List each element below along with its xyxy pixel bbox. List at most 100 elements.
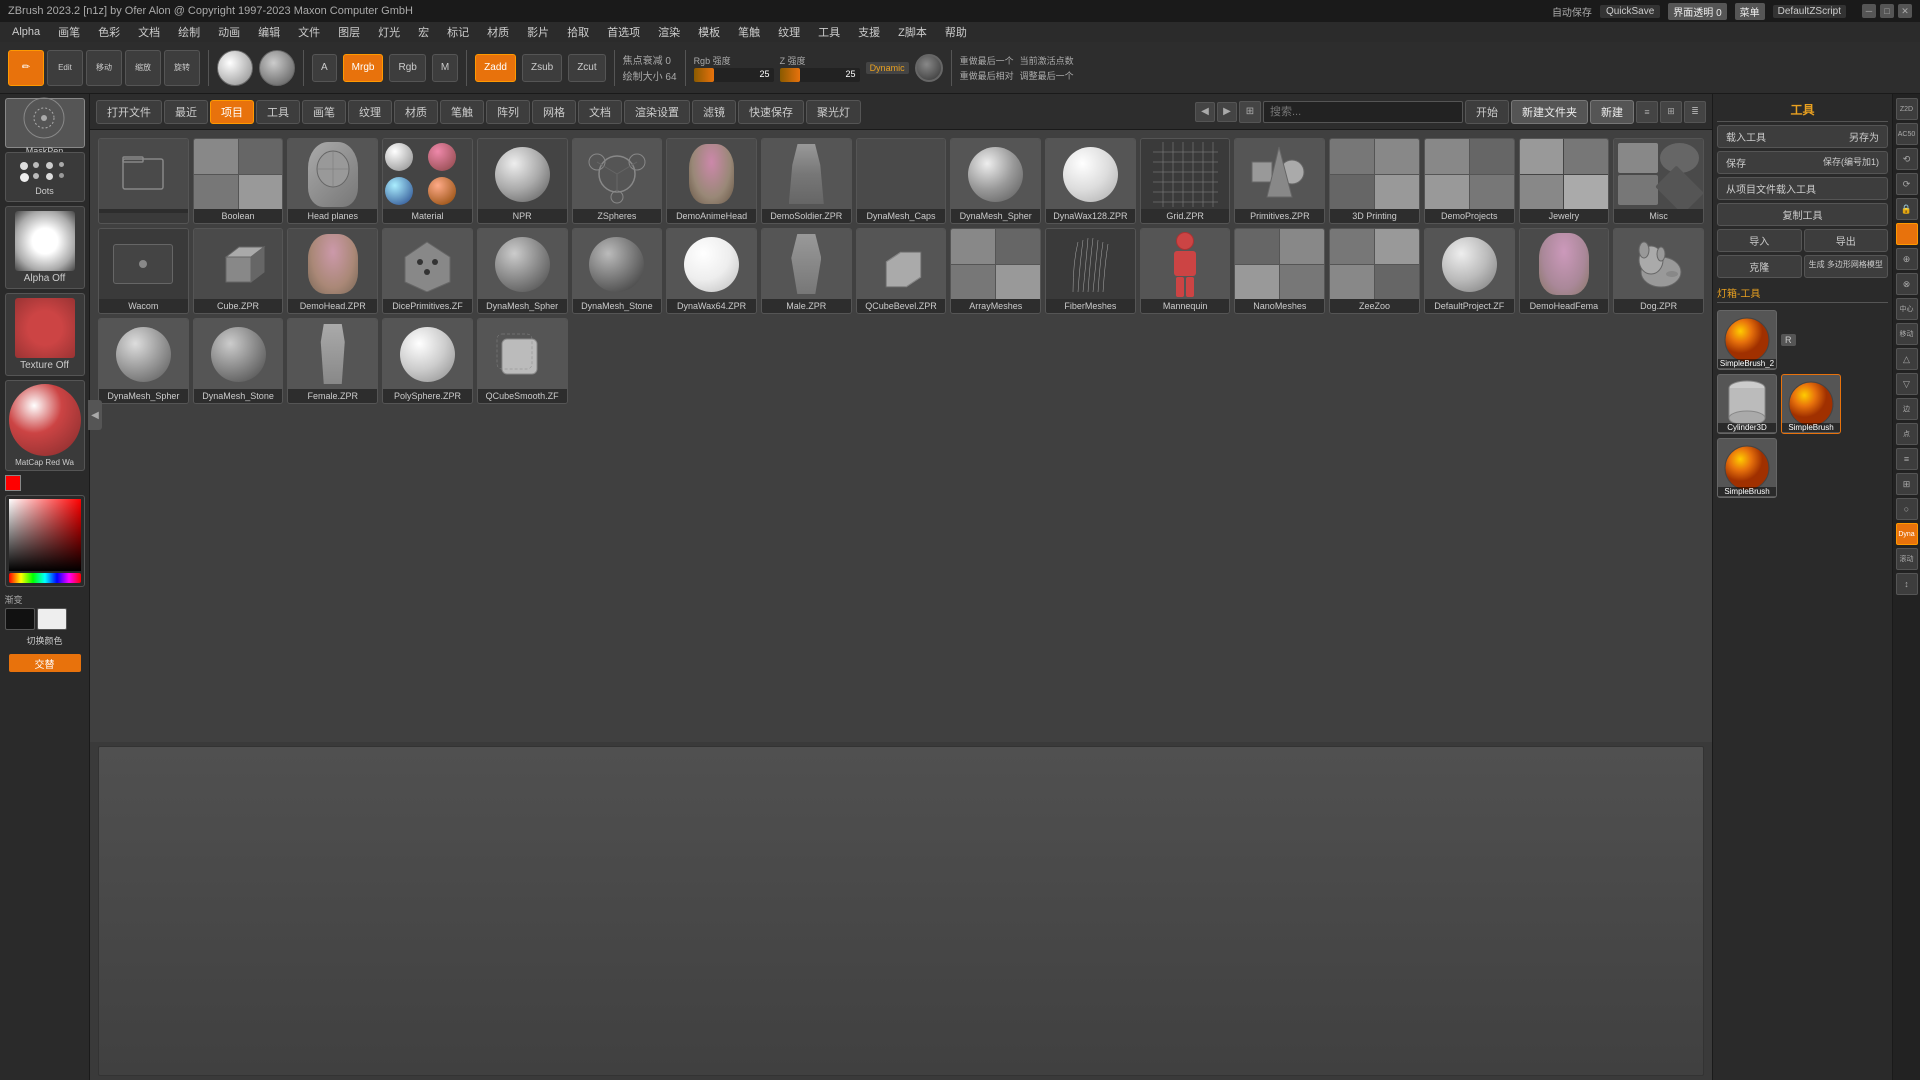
edit-mode-btn[interactable]: Edit — [47, 50, 83, 86]
far-right-btn16[interactable]: ⊞ — [1896, 473, 1918, 495]
draw-mode-btn[interactable]: ✏ — [8, 50, 44, 86]
menu-macro[interactable]: 宏 — [410, 22, 437, 42]
far-right-orange-btn[interactable] — [1896, 223, 1918, 245]
menu-render[interactable]: 渲染 — [650, 22, 688, 42]
menu-template[interactable]: 模板 — [690, 22, 728, 42]
menu-stroke[interactable]: 笔触 — [730, 22, 768, 42]
project-item-male[interactable]: Male.ZPR — [761, 228, 852, 314]
project-item-npr[interactable]: NPR — [477, 138, 568, 224]
far-right-btn8[interactable]: ⊗ — [1896, 273, 1918, 295]
cylinder3d-thumb[interactable]: Cylinder3D — [1717, 374, 1777, 434]
project-item-jewelry[interactable]: Jewelry — [1519, 138, 1610, 224]
z-intensity-track[interactable]: 25 — [780, 68, 860, 82]
menu-animation[interactable]: 动画 — [210, 22, 248, 42]
tab-quicksave[interactable]: 快速保存 — [738, 100, 804, 124]
search-input[interactable] — [1263, 101, 1463, 123]
scale-mode-btn[interactable]: 缩放 — [125, 50, 161, 86]
move-mode-btn[interactable]: 移动 — [86, 50, 122, 86]
project-item-zspheres[interactable]: ZSpheres — [572, 138, 663, 224]
color-picker-area[interactable] — [9, 499, 81, 571]
project-item-demohead[interactable]: DemoHead.ZPR — [287, 228, 378, 314]
project-item-dynamesh-stone1[interactable]: DynaMesh_Stone — [572, 228, 663, 314]
foreground-color[interactable] — [5, 475, 21, 491]
rgb-btn[interactable]: Rgb — [389, 54, 425, 82]
project-item-polysphere[interactable]: PolySphere.ZPR — [382, 318, 473, 404]
project-item-material[interactable]: Material — [382, 138, 473, 224]
far-right-ac50[interactable]: AC50 — [1896, 123, 1918, 145]
menu-pick[interactable]: 拾取 — [559, 22, 597, 42]
load-from-doc-btn[interactable]: 从项目文件载入工具 — [1717, 177, 1888, 200]
simple-brush-2-thumb[interactable]: SimpleBrush_2 — [1717, 310, 1777, 370]
far-right-btn4[interactable]: ⟳ — [1896, 173, 1918, 195]
simple-brush-a-thumb[interactable]: SimpleBrush — [1781, 374, 1841, 434]
copy-tool-btn[interactable]: 复制工具 — [1717, 203, 1888, 226]
project-item-dog[interactable]: Dog.ZPR — [1613, 228, 1704, 314]
project-item-primitives[interactable]: Primitives.ZPR — [1234, 138, 1325, 224]
view-list-btn[interactable]: ≡ — [1636, 101, 1658, 123]
save-btn[interactable]: 保存 保存(编号加1) — [1717, 151, 1888, 174]
project-item-demoanime[interactable]: DemoAnimeHead — [666, 138, 757, 224]
project-item-cube[interactable]: Cube.ZPR — [193, 228, 284, 314]
menu-file[interactable]: 文件 — [290, 22, 328, 42]
tab-project[interactable]: 项目 — [210, 100, 254, 124]
far-right-btn20[interactable]: ↕ — [1896, 573, 1918, 595]
new-button[interactable]: 新建 — [1590, 100, 1634, 124]
generate-btn[interactable]: 生成 多边形网格模型 — [1804, 255, 1889, 278]
far-right-btn12[interactable]: ▽ — [1896, 373, 1918, 395]
new-folder-button[interactable]: 新建文件夹 — [1511, 100, 1588, 124]
menu-document[interactable]: 文档 — [130, 22, 168, 42]
project-item-dynamesh-spher3[interactable]: DynaMesh_Spher — [98, 318, 189, 404]
brush-sphere-preview[interactable] — [217, 50, 253, 86]
hue-bar[interactable] — [9, 573, 81, 583]
zcut-btn[interactable]: Zcut — [568, 54, 605, 82]
project-item-nanomeshes[interactable]: NanoMeshes — [1234, 228, 1325, 314]
menu-texture[interactable]: 纹理 — [770, 22, 808, 42]
exchange-button[interactable]: 交替 — [9, 654, 81, 672]
project-item-wacom[interactable]: Wacom — [98, 228, 189, 314]
far-right-zoom2d[interactable]: Z2D — [1896, 98, 1918, 120]
dots-tool[interactable]: Dots — [5, 152, 85, 202]
load-tool-btn[interactable]: 载入工具 另存为 — [1717, 125, 1888, 148]
begin-button[interactable]: 开始 — [1465, 100, 1509, 124]
menu-draw[interactable]: 绘制 — [170, 22, 208, 42]
mrgb-btn[interactable]: Mrgb — [343, 54, 384, 82]
project-item-female[interactable]: Female.ZPR — [287, 318, 378, 404]
tab-filter[interactable]: 滤镜 — [692, 100, 736, 124]
far-right-center[interactable]: 中心 — [1896, 298, 1918, 320]
project-item-demoheadfemale[interactable]: DemoHeadFema — [1519, 228, 1610, 314]
project-item-dynawax64[interactable]: DynaWax64.ZPR — [666, 228, 757, 314]
far-right-btn7[interactable]: ⊕ — [1896, 248, 1918, 270]
tab-brush[interactable]: 画笔 — [302, 100, 346, 124]
menu-brush[interactable]: 画笔 — [50, 22, 88, 42]
maskpen-tool[interactable]: MaskPen — [5, 98, 85, 148]
far-right-btn15[interactable]: ≡ — [1896, 448, 1918, 470]
dynamic-label[interactable]: Dynamic — [866, 62, 909, 74]
project-item-grid[interactable]: Grid.ZPR — [1140, 138, 1231, 224]
import-btn[interactable]: 导入 — [1717, 229, 1802, 252]
project-item-fibermeshes[interactable]: FiberMeshes — [1045, 228, 1136, 314]
alpha-off-button[interactable]: Alpha Off — [5, 206, 85, 289]
project-item-arraymeshes[interactable]: ArrayMeshes — [950, 228, 1041, 314]
far-right-btn14[interactable]: 点 — [1896, 423, 1918, 445]
canvas-area[interactable] — [98, 746, 1704, 1076]
alpha-btn[interactable]: A — [312, 54, 337, 82]
rotate-mode-btn[interactable]: 旋转 — [164, 50, 200, 86]
project-item-qcubesmooth[interactable]: QCubeSmooth.ZF — [477, 318, 568, 404]
menu-help[interactable]: 帮助 — [937, 22, 975, 42]
project-item-dynamesh-caps[interactable]: DynaMesh_Caps — [856, 138, 947, 224]
menu-movie[interactable]: 影片 — [519, 22, 557, 42]
menu-zscript[interactable]: Z脚本 — [890, 22, 935, 42]
rgb-intensity-track[interactable]: 25 — [694, 68, 774, 82]
zsub-btn[interactable]: Zsub — [522, 54, 562, 82]
win-maximize[interactable]: □ — [1880, 4, 1894, 18]
project-item-demoprojects[interactable]: DemoProjects — [1424, 138, 1515, 224]
far-right-btn13[interactable]: 边 — [1896, 398, 1918, 420]
menu-color[interactable]: 色彩 — [90, 22, 128, 42]
tab-tool[interactable]: 工具 — [256, 100, 300, 124]
zadd-btn[interactable]: Zadd — [475, 54, 516, 82]
tab-spotlight[interactable]: 聚光灯 — [806, 100, 861, 124]
tab-open-file[interactable]: 打开文件 — [96, 100, 162, 124]
tab-document[interactable]: 文档 — [578, 100, 622, 124]
view-grid-btn[interactable]: ⊞ — [1660, 101, 1682, 123]
far-right-lock[interactable]: 🔒 — [1896, 198, 1918, 220]
